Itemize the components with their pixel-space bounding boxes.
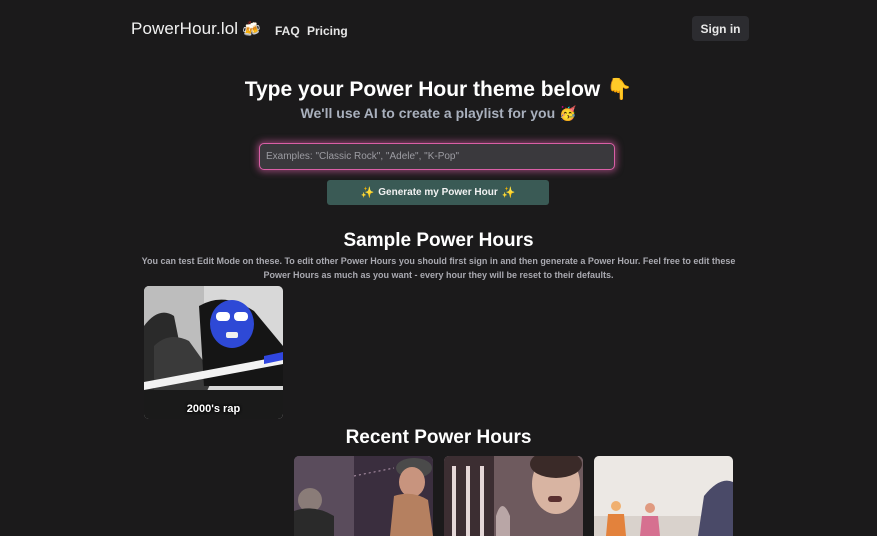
sample-thumbnail <box>144 286 283 419</box>
nav-link-faq[interactable]: FAQ <box>275 24 300 38</box>
generate-button[interactable]: ✨ Generate my Power Hour ✨ <box>327 180 549 205</box>
sparkle-icon: ✨ <box>360 187 375 199</box>
beer-icon: 🍻 <box>242 21 261 38</box>
generate-button-label: Generate my Power Hour <box>378 187 498 198</box>
pointing-down-icon: 👇 <box>606 78 633 101</box>
recent-card[interactable] <box>294 456 433 536</box>
recent-card[interactable] <box>594 456 733 536</box>
recent-thumbnail <box>444 456 583 536</box>
sample-card-2000s-rap[interactable]: 2000's rap <box>144 286 283 419</box>
party-face-icon: 🥳 <box>559 105 577 121</box>
recent-section-title: Recent Power Hours <box>345 427 532 448</box>
recent-thumbnail <box>294 456 433 536</box>
sample-section-title: Sample Power Hours <box>343 230 534 251</box>
hero-title: Type your Power Hour theme below 👇 <box>0 78 877 102</box>
hero-title-text: Type your Power Hour theme below <box>244 78 601 101</box>
sparkle-icon: ✨ <box>501 187 516 199</box>
recent-thumbnail <box>594 456 733 536</box>
sign-in-button[interactable]: Sign in <box>692 16 749 41</box>
hero-subtitle: We'll use AI to create a playlist for yo… <box>0 105 877 122</box>
brand-name: PowerHour.lol <box>131 19 239 38</box>
sample-card-label: 2000's rap <box>186 403 241 415</box>
recent-card[interactable] <box>444 456 583 536</box>
theme-input[interactable] <box>259 143 615 170</box>
top-nav: PowerHour.lol 🍻 FAQ Pricing Sign in <box>0 0 877 58</box>
sample-description: You can test Edit Mode on these. To edit… <box>141 256 736 280</box>
hero-subtitle-text: We'll use AI to create a playlist for yo… <box>300 105 556 121</box>
brand-link[interactable]: PowerHour.lol 🍻 <box>131 19 261 39</box>
nav-link-pricing[interactable]: Pricing <box>307 24 348 38</box>
